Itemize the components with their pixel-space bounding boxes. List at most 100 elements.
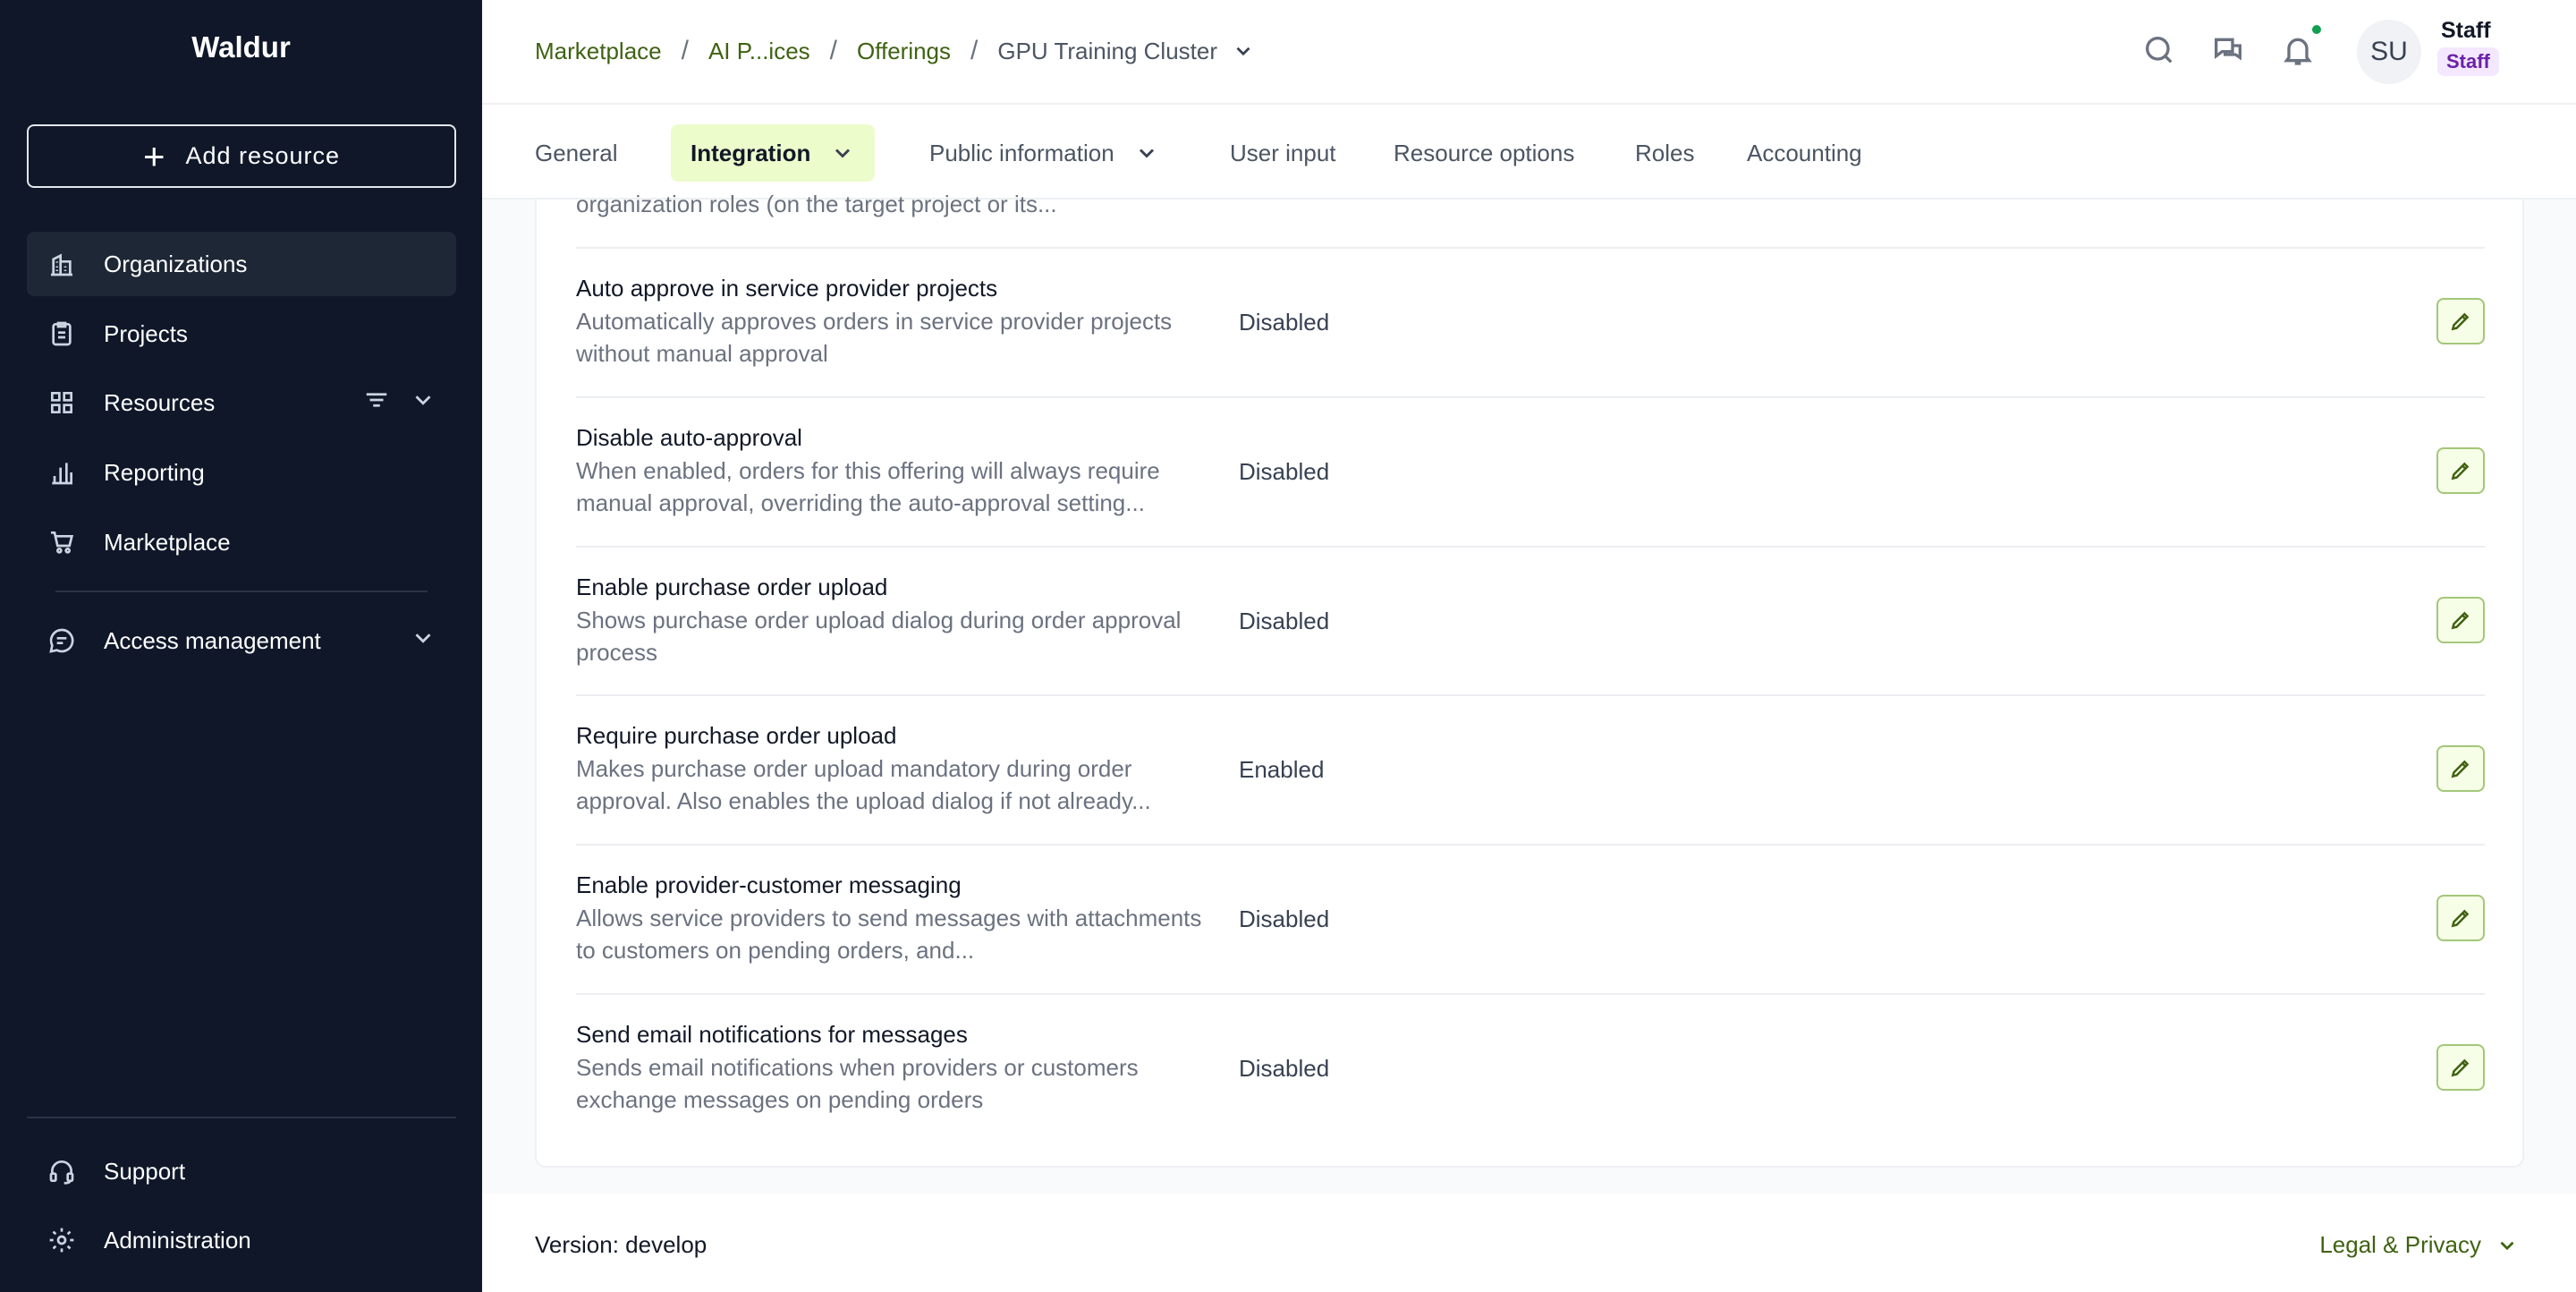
tab-accounting[interactable]: Accounting (1727, 124, 1882, 182)
setting-description: Automatically approves orders in service… (576, 308, 1173, 367)
setting-title: Require purchase order upload (576, 722, 897, 749)
sidebar-item-access-management[interactable]: Access management (27, 608, 456, 673)
tab-resource-options[interactable]: Resource options (1374, 124, 1594, 182)
top-header: Marketplace / AI P...ices / Offerings / … (482, 0, 2576, 105)
row-divider (576, 844, 2485, 846)
bar-chart-icon (47, 457, 77, 488)
edit-button[interactable] (2436, 745, 2485, 792)
pencil-icon (2451, 760, 2470, 778)
tab-label: Accounting (1747, 139, 1862, 166)
sidebar-item-administration[interactable]: Administration (27, 1208, 456, 1272)
sidebar-item-reporting[interactable]: Reporting (27, 440, 456, 505)
chevron-down-icon (2500, 1241, 2514, 1250)
footer: Version: develop Legal & Privacy (482, 1194, 2576, 1292)
role-badge: Staff (2437, 47, 2499, 76)
tab-general[interactable]: General (515, 124, 638, 182)
tab-label: Integration (691, 139, 811, 166)
sidebar-item-marketplace[interactable]: Marketplace (27, 510, 456, 574)
pencil-icon (2451, 611, 2470, 630)
add-resource-label: Add resource (185, 142, 341, 169)
legal-privacy-link[interactable]: Legal & Privacy (2319, 1231, 2519, 1259)
chevron-down-icon (835, 149, 851, 158)
building-icon (47, 249, 77, 279)
pencil-icon (2451, 312, 2470, 331)
setting-value: Disabled (1239, 905, 1330, 932)
sidebar-item-label: Resources (104, 388, 216, 416)
row-divider (576, 396, 2485, 398)
sidebar-item-label: Organizations (104, 250, 248, 277)
messages-icon[interactable] (2210, 32, 2250, 72)
chevron-down-icon (1139, 149, 1154, 158)
sidebar-divider (27, 1117, 456, 1118)
tab-label: User input (1230, 139, 1336, 166)
user-name: Staff (2441, 18, 2491, 43)
tab-integration[interactable]: Integration (671, 124, 876, 182)
filter-icon[interactable] (363, 387, 390, 420)
tab-user-input[interactable]: User input (1210, 124, 1356, 182)
setting-description: Shows purchase order upload dialog durin… (576, 607, 1182, 666)
tab-roles[interactable]: Roles (1615, 124, 1714, 182)
breadcrumb-offerings[interactable]: Offerings (857, 38, 951, 65)
setting-title: Disable auto-approval (576, 424, 802, 451)
tab-bar: General Integration Public information U… (482, 105, 2576, 200)
setting-value: Disabled (1239, 458, 1330, 485)
breadcrumb-marketplace[interactable]: Marketplace (535, 38, 662, 65)
sidebar-item-label: Administration (104, 1226, 251, 1254)
sidebar-item-support[interactable]: Support (27, 1139, 456, 1203)
brand-logo[interactable]: Waldur (0, 30, 482, 64)
edit-button[interactable] (2436, 298, 2485, 344)
setting-value: Disabled (1239, 608, 1330, 634)
tab-label: General (535, 139, 618, 166)
notification-dot (2312, 25, 2321, 34)
avatar[interactable]: SU (2357, 20, 2421, 84)
sidebar-item-projects[interactable]: Projects (27, 302, 456, 366)
breadcrumb-current-offering[interactable]: GPU Training Cluster (997, 38, 1255, 65)
sidebar-item-organizations[interactable]: Organizations (27, 232, 456, 296)
chevron-down-icon (1236, 47, 1250, 56)
tab-label: Resource options (1394, 139, 1575, 166)
setting-title: Auto approve in service provider project… (576, 275, 998, 302)
legal-privacy-label: Legal & Privacy (2319, 1231, 2481, 1258)
setting-description: When enabled, orders for this offering w… (576, 457, 1160, 516)
edit-button[interactable] (2436, 1044, 2485, 1091)
edit-button[interactable] (2436, 597, 2485, 643)
tab-public-information[interactable]: Public information (910, 124, 1179, 182)
edit-button[interactable] (2436, 447, 2485, 494)
row-divider (576, 694, 2485, 696)
tab-label: Public information (929, 139, 1114, 166)
breadcrumb-category[interactable]: AI P...ices (708, 38, 810, 65)
setting-title: Enable provider-customer messaging (576, 871, 962, 898)
row-divider (576, 546, 2485, 548)
tab-label: Roles (1635, 139, 1695, 166)
setting-value: Enabled (1239, 756, 1325, 783)
add-resource-button[interactable]: + Add resource (27, 124, 456, 188)
pencil-icon (2451, 1058, 2470, 1077)
chevron-down-icon[interactable] (410, 625, 436, 658)
setting-title: Send email notifications for messages (576, 1021, 968, 1048)
breadcrumb: Marketplace / AI P...ices / Offerings / … (535, 36, 1255, 66)
version-label: Version: develop (535, 1231, 708, 1258)
row-divider (576, 247, 2485, 249)
chat-icon (47, 625, 77, 656)
pencil-icon (2451, 462, 2470, 480)
clipboard-icon (47, 319, 77, 349)
cart-icon (47, 527, 77, 557)
setting-description: Allows service providers to send message… (576, 905, 1202, 964)
integration-settings-card: organization roles (on the target projec… (535, 191, 2524, 1168)
setting-value: Disabled (1239, 309, 1330, 336)
sidebar-item-label: Support (104, 1157, 186, 1185)
row-divider (576, 993, 2485, 995)
chevron-down-icon[interactable] (410, 387, 436, 420)
setting-title: Enable purchase order upload (576, 574, 888, 600)
setting-value: Disabled (1239, 1055, 1330, 1082)
breadcrumb-separator: / (970, 36, 979, 65)
plus-icon: + (142, 134, 166, 177)
edit-button[interactable] (2436, 895, 2485, 941)
search-icon[interactable] (2141, 32, 2181, 72)
sidebar-item-resources[interactable]: Resources (27, 370, 456, 435)
clipped-description: organization roles (on the target projec… (576, 191, 1057, 217)
pencil-icon (2451, 909, 2470, 928)
breadcrumb-current-label: GPU Training Cluster (997, 37, 1218, 64)
bell-icon[interactable] (2280, 25, 2321, 72)
grid-icon (47, 387, 77, 418)
